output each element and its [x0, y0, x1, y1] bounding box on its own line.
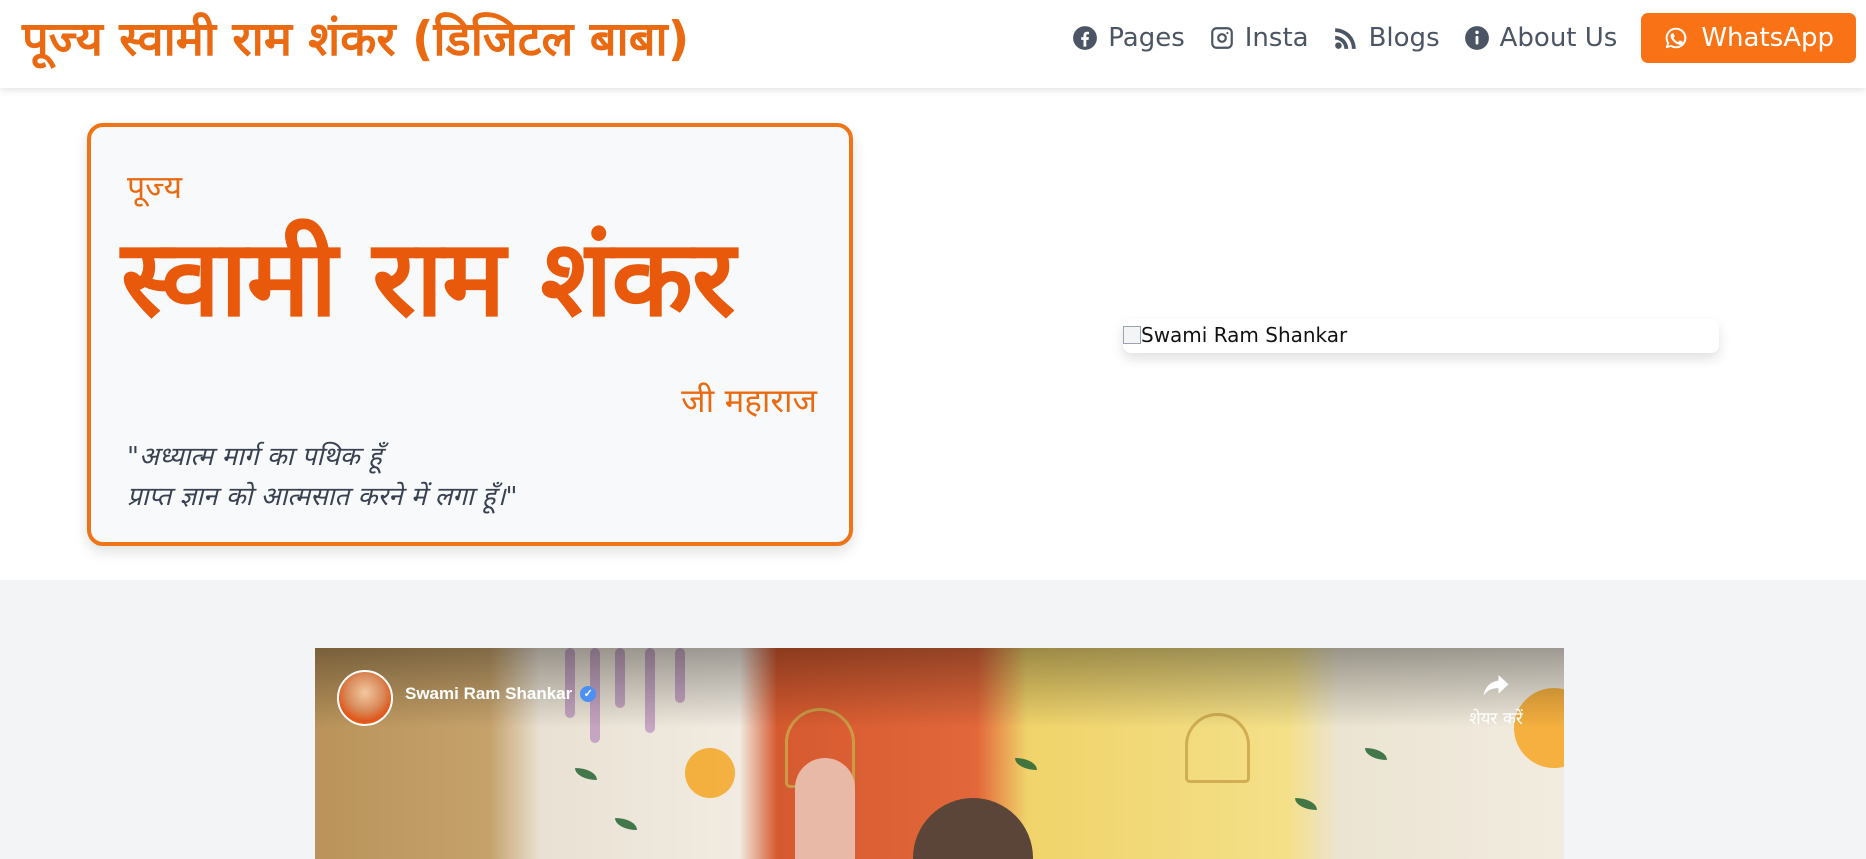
nav-item-about-us[interactable]: About Us	[1464, 23, 1618, 53]
honorific-text: पूज्य	[127, 168, 183, 206]
verified-badge-icon: ✓	[580, 686, 597, 702]
main-nav: Pages Insta Blogs About Us WhatsApp	[1048, 13, 1856, 63]
video-frame-person	[913, 798, 1033, 859]
video-frame-hand	[795, 758, 855, 859]
whatsapp-button[interactable]: WhatsApp	[1641, 13, 1856, 63]
decor-leaf	[575, 768, 597, 780]
decor-leaf	[1015, 758, 1037, 770]
broken-image-placeholder: Swami Ram Shankar	[1123, 323, 1347, 347]
nav-label-insta: Insta	[1244, 23, 1309, 53]
rss-icon	[1334, 28, 1356, 49]
decor-leaf	[1295, 798, 1317, 810]
nav-item-blogs[interactable]: Blogs	[1333, 23, 1440, 53]
nav-item-pages[interactable]: Pages	[1072, 23, 1185, 53]
channel-avatar[interactable]	[337, 670, 393, 726]
nav-item-insta[interactable]: Insta	[1209, 23, 1309, 53]
share-label: शेयर करें	[1469, 709, 1523, 729]
whatsapp-icon	[1666, 27, 1687, 49]
hero-section: पूज्य स्वामी राम शंकर जी महाराज "अध्यात्…	[0, 88, 1866, 580]
nav-label-pages: Pages	[1108, 23, 1185, 53]
hero-quote: "अध्यात्म मार्ग का पथिक हूँ प्राप्त ज्ञा…	[127, 437, 518, 517]
hero-name: स्वामी राम शंकर	[121, 217, 735, 340]
facebook-video-embed[interactable]: Swami Ram Shankar ✓ शेयर करें	[315, 648, 1564, 859]
share-button[interactable]: शेयर करें	[1456, 670, 1536, 729]
facebook-icon	[1073, 26, 1098, 50]
quote-line-1: "अध्यात्म मार्ग का पथिक हूँ	[127, 442, 382, 472]
instagram-icon	[1210, 27, 1233, 49]
image-alt-text: Swami Ram Shankar	[1141, 323, 1348, 347]
decor-orange-ball	[685, 748, 735, 798]
decor-leaf	[615, 818, 637, 830]
channel-name[interactable]: Swami Ram Shankar ✓	[405, 684, 597, 704]
profile-image: Swami Ram Shankar	[1123, 319, 1719, 353]
quote-line-2: प्राप्त ज्ञान को आत्मसात करने में लगा हू…	[127, 482, 518, 512]
name-suffix: जी महाराज	[681, 381, 817, 420]
nav-label-about-us: About Us	[1499, 23, 1618, 53]
video-section: Swami Ram Shankar ✓ शेयर करें	[0, 580, 1866, 859]
nav-label-blogs: Blogs	[1368, 23, 1440, 53]
share-arrow-icon	[1483, 675, 1509, 696]
broken-image-icon	[1123, 326, 1141, 344]
intro-card: पूज्य स्वामी राम शंकर जी महाराज "अध्यात्…	[87, 123, 853, 546]
channel-name-text: Swami Ram Shankar	[405, 684, 573, 703]
site-header: पूज्य स्वामी राम शंकर (डिजिटल बाबा) Page…	[0, 0, 1866, 88]
site-title[interactable]: पूज्य स्वामी राम शंकर (डिजिटल बाबा)	[22, 8, 689, 72]
decor-leaf	[1365, 748, 1387, 760]
whatsapp-label: WhatsApp	[1701, 23, 1834, 53]
info-icon	[1464, 26, 1489, 50]
